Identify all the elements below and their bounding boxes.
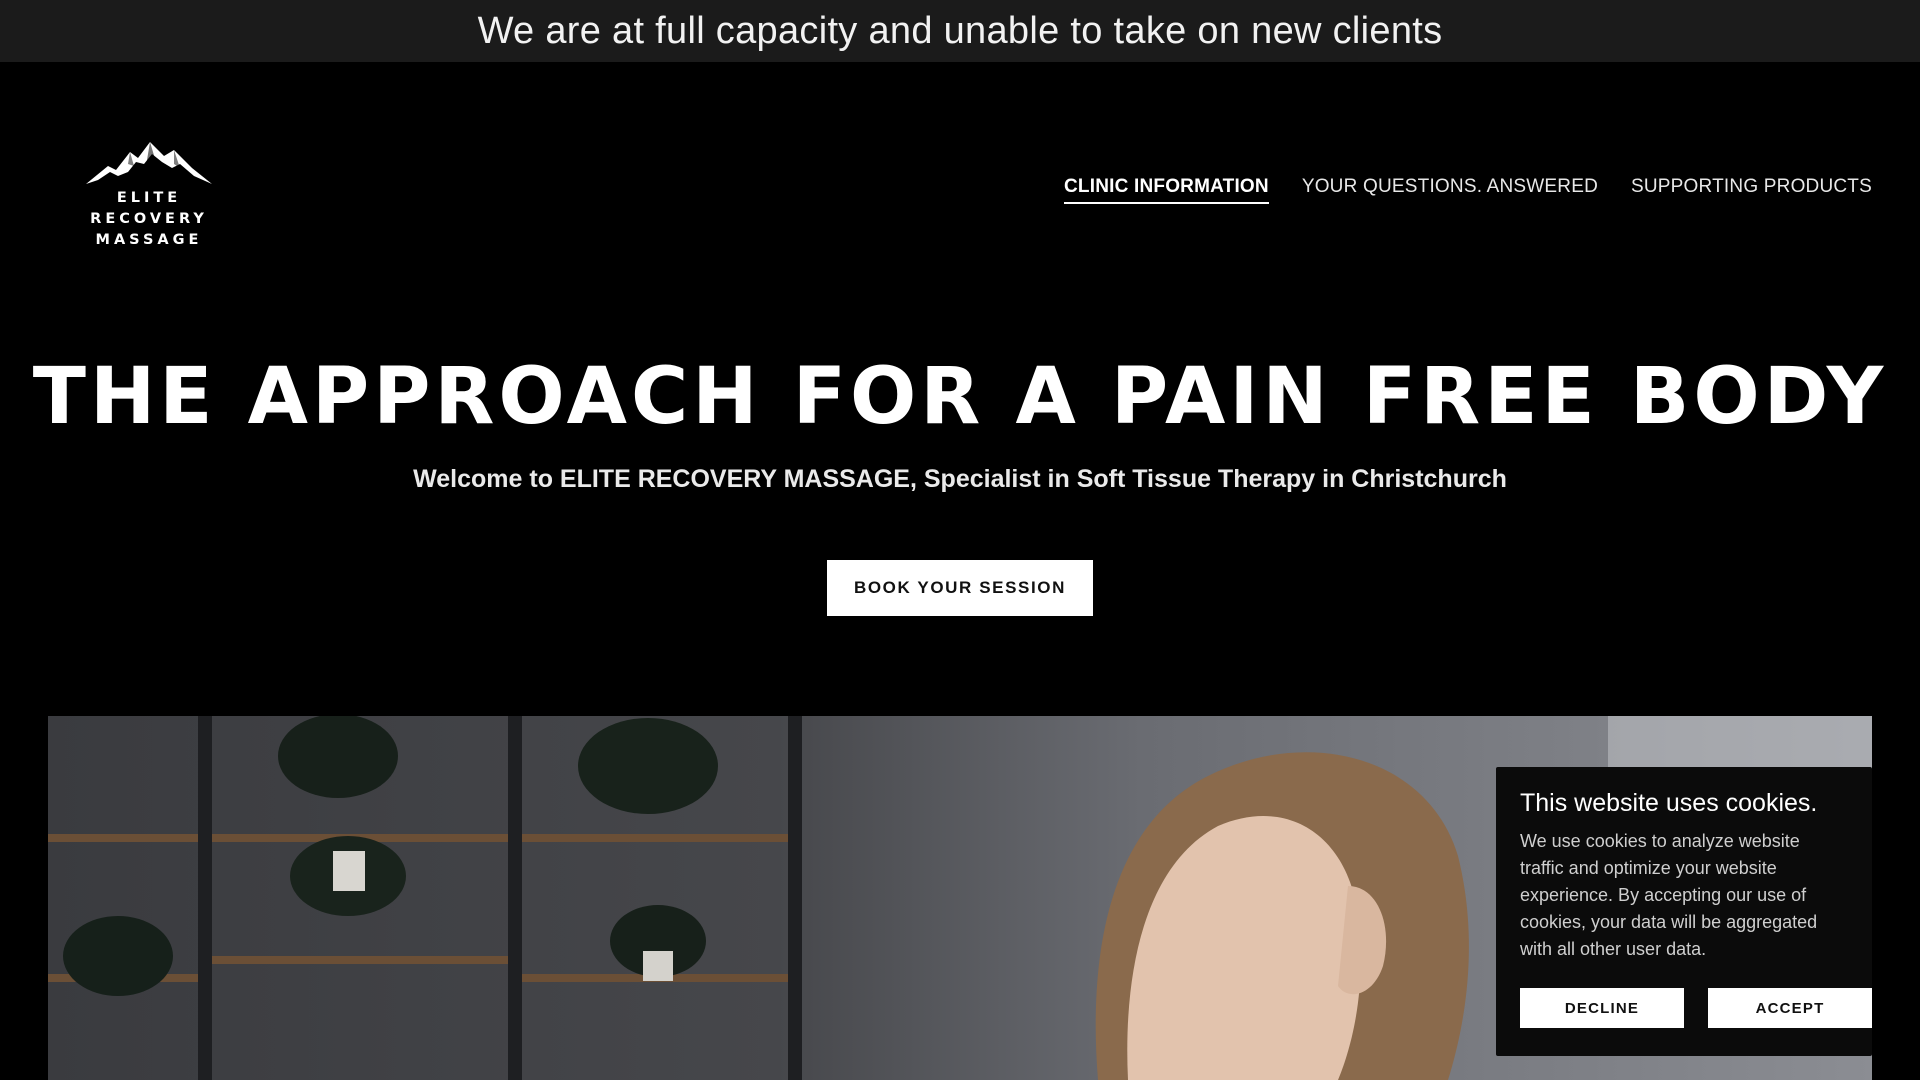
logo-text: ELITE RECOVERY MASSAGE: [56, 188, 242, 251]
mountain-icon: [86, 142, 212, 184]
cookie-title: This website uses cookies.: [1520, 789, 1818, 817]
logo-line-2: MASSAGE: [95, 232, 203, 248]
accept-button[interactable]: ACCEPT: [1708, 988, 1872, 1028]
announcement-text: We are at full capacity and unable to ta…: [477, 9, 1443, 52]
logo-line-1: ELITE RECOVERY: [90, 190, 208, 227]
book-session-button[interactable]: BOOK YOUR SESSION: [827, 560, 1093, 616]
decline-button[interactable]: DECLINE: [1520, 988, 1684, 1028]
cookie-body: We use cookies to analyze website traffi…: [1520, 831, 1818, 959]
announcement-bar: We are at full capacity and unable to ta…: [0, 0, 1920, 62]
hero-subtitle: Welcome to ELITE RECOVERY MASSAGE, Speci…: [413, 465, 1507, 493]
main-nav: CLINIC INFORMATION YOUR QUESTIONS. ANSWE…: [1063, 176, 1872, 204]
site-logo[interactable]: ELITE RECOVERY MASSAGE: [56, 140, 242, 248]
nav-clinic-information[interactable]: CLINIC INFORMATION: [1063, 176, 1269, 204]
cookie-buttons: DECLINE ACCEPT: [1520, 988, 1872, 1028]
cookie-banner: This website uses cookies. We use cookie…: [1496, 767, 1872, 1056]
hero-title: THE APPROACH FOR A PAIN FREE BODY: [32, 352, 1888, 442]
nav-your-questions-answered[interactable]: YOUR QUESTIONS. ANSWERED: [1302, 176, 1598, 204]
nav-supporting-products[interactable]: SUPPORTING PRODUCTS: [1631, 176, 1872, 204]
